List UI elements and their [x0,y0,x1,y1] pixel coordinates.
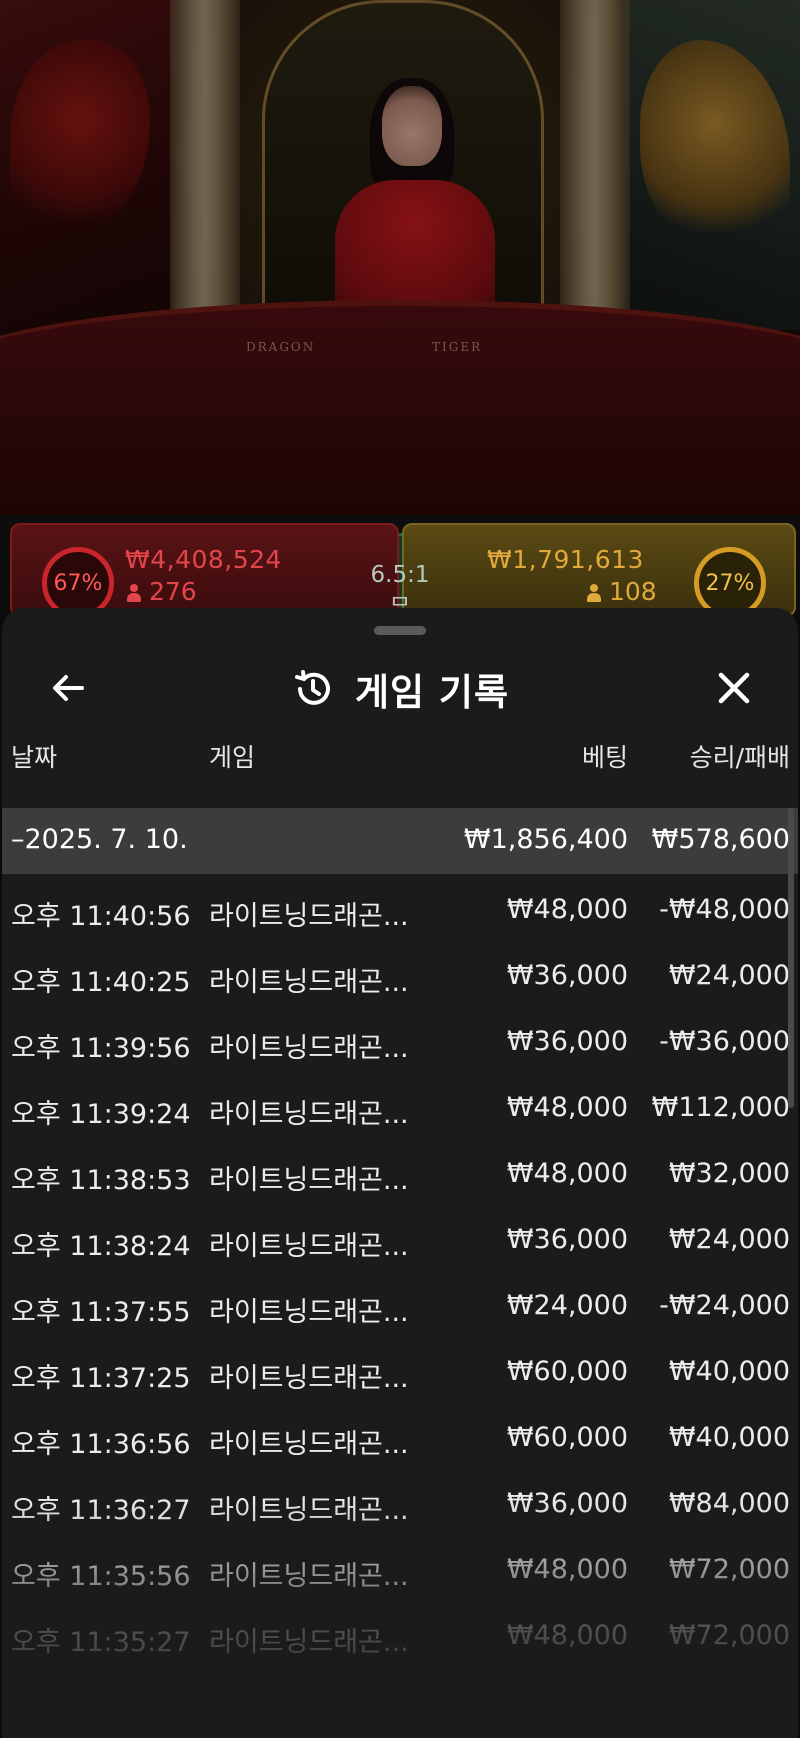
history-row[interactable]: 오후 11:40:25 라이트닝드래곤... ₩36,000 ₩24,000 [2,940,798,1006]
row-result: ₩24,000 [668,960,790,991]
row-game: 라이트닝드래곤... [209,967,409,998]
row-result: ₩112,000 [651,1092,790,1123]
close-icon [718,672,750,704]
game-history-sheet: 게임 기록 날짜 게임 베팅 승리/패배 –2025. 7. 10. ₩1,85… [2,608,798,1738]
row-game: 라이트닝드래곤... [209,1429,409,1460]
history-list: 오후 11:40:56 라이트닝드래곤... ₩48,000 -₩48,000 오후 … [2,874,798,1666]
history-row[interactable]: 오후 11:39:24 라이트닝드래곤... ₩48,000 ₩112,000 [2,1072,798,1138]
row-result: ₩24,000 [668,1224,790,1255]
row-result: ₩40,000 [668,1422,790,1453]
row-time: 오후 11:40:25 [11,967,191,998]
row-result: ₩72,000 [668,1620,790,1651]
column-header-game[interactable]: 게임 [209,738,255,774]
row-game: 라이트닝드래곤... [209,1495,409,1526]
row-game: 라이트닝드래곤... [209,1099,409,1130]
page-title: 게임 기록 [354,671,510,714]
row-bet: ₩48,000 [506,1554,628,1585]
tie-odds-value: 6.5:1 [370,562,430,588]
row-bet: ₩60,000 [506,1356,628,1387]
row-time: 오후 11:35:56 [11,1561,191,1592]
date-group-row[interactable]: –2025. 7. 10. ₩1,856,400 ₩578,600 [2,808,798,874]
summary-result: ₩578,600 [651,824,790,855]
history-row[interactable]: 오후 11:39:56 라이트닝드래곤... ₩36,000 -₩36,000 [2,1006,798,1072]
close-button[interactable] [706,660,762,716]
column-header-date[interactable]: 날짜 [11,738,57,774]
row-game: 라이트닝드래곤... [209,1165,409,1196]
row-result: -₩36,000 [659,1026,790,1057]
history-row[interactable]: 오후 11:35:27 라이트닝드래곤... ₩48,000 ₩72,000 [2,1600,798,1666]
summary-date: –2025. 7. 10. [11,824,188,855]
row-result: ₩84,000 [668,1488,790,1519]
column-header-bet[interactable]: 베팅 [582,738,628,774]
row-time: 오후 11:36:27 [11,1495,191,1526]
row-bet: ₩24,000 [506,1290,628,1321]
row-result: -₩48,000 [659,894,790,925]
row-result: ₩32,000 [668,1158,790,1189]
history-row[interactable]: 오후 11:38:24 라이트닝드래곤... ₩36,000 ₩24,000 [2,1204,798,1270]
history-icon [294,670,330,705]
row-game: 라이트닝드래곤... [209,1231,409,1262]
row-bet: ₩36,000 [506,1026,628,1057]
column-header-result[interactable]: 승리/패배 [690,738,790,774]
live-video: DRAGON TIGER [0,0,800,520]
row-game: 라이트닝드래곤... [209,1627,409,1658]
sheet-title-group: 게임 기록 [2,662,798,716]
row-bet: ₩36,000 [506,1488,628,1519]
row-game: 라이트닝드래곤... [209,1033,409,1064]
row-time: 오후 11:37:55 [11,1297,191,1328]
history-row[interactable]: 오후 11:36:27 라이트닝드래곤... ₩36,000 ₩84,000 [2,1468,798,1534]
row-time: 오후 11:35:27 [11,1627,191,1658]
row-game: 라이트닝드래곤... [209,1297,409,1328]
row-time: 오후 11:39:24 [11,1099,191,1130]
history-row[interactable]: 오후 11:38:53 라이트닝드래곤... ₩48,000 ₩32,000 [2,1138,798,1204]
history-row[interactable]: 오후 11:37:55 라이트닝드래곤... ₩24,000 -₩24,000 [2,1270,798,1336]
row-time: 오후 11:38:24 [11,1231,191,1262]
history-row[interactable]: 오후 11:40:56 라이트닝드래곤... ₩48,000 -₩48,000 [2,874,798,940]
row-bet: ₩36,000 [506,1224,628,1255]
row-game: 라이트닝드래곤... [209,901,409,932]
row-bet: ₩60,000 [506,1422,628,1453]
history-row[interactable]: 오후 11:36:56 라이트닝드래곤... ₩60,000 ₩40,000 [2,1402,798,1468]
sheet-header: 게임 기록 [2,648,798,728]
row-game: 라이트닝드래곤... [209,1561,409,1592]
row-bet: ₩48,000 [506,1620,628,1651]
row-time: 오후 11:37:25 [11,1363,191,1394]
drag-handle[interactable] [374,626,426,635]
row-result: ₩40,000 [668,1356,790,1387]
row-time: 오후 11:40:56 [11,901,191,932]
history-row[interactable]: 오후 11:35:56 라이트닝드래곤... ₩48,000 ₩72,000 [2,1534,798,1600]
row-result: -₩24,000 [659,1290,790,1321]
row-time: 오후 11:39:56 [11,1033,191,1064]
scrollbar[interactable] [788,808,794,1108]
row-bet: ₩48,000 [506,1158,628,1189]
history-row[interactable]: 오후 11:37:25 라이트닝드래곤... ₩60,000 ₩40,000 [2,1336,798,1402]
row-bet: ₩36,000 [506,960,628,991]
row-result: ₩72,000 [668,1554,790,1585]
row-game: 라이트닝드래곤... [209,1363,409,1394]
summary-bet: ₩1,856,400 [463,824,628,855]
row-time: 오후 11:36:56 [11,1429,191,1460]
row-time: 오후 11:38:53 [11,1165,191,1196]
row-bet: ₩48,000 [506,894,628,925]
video-overlay [0,0,800,520]
row-bet: ₩48,000 [506,1092,628,1123]
